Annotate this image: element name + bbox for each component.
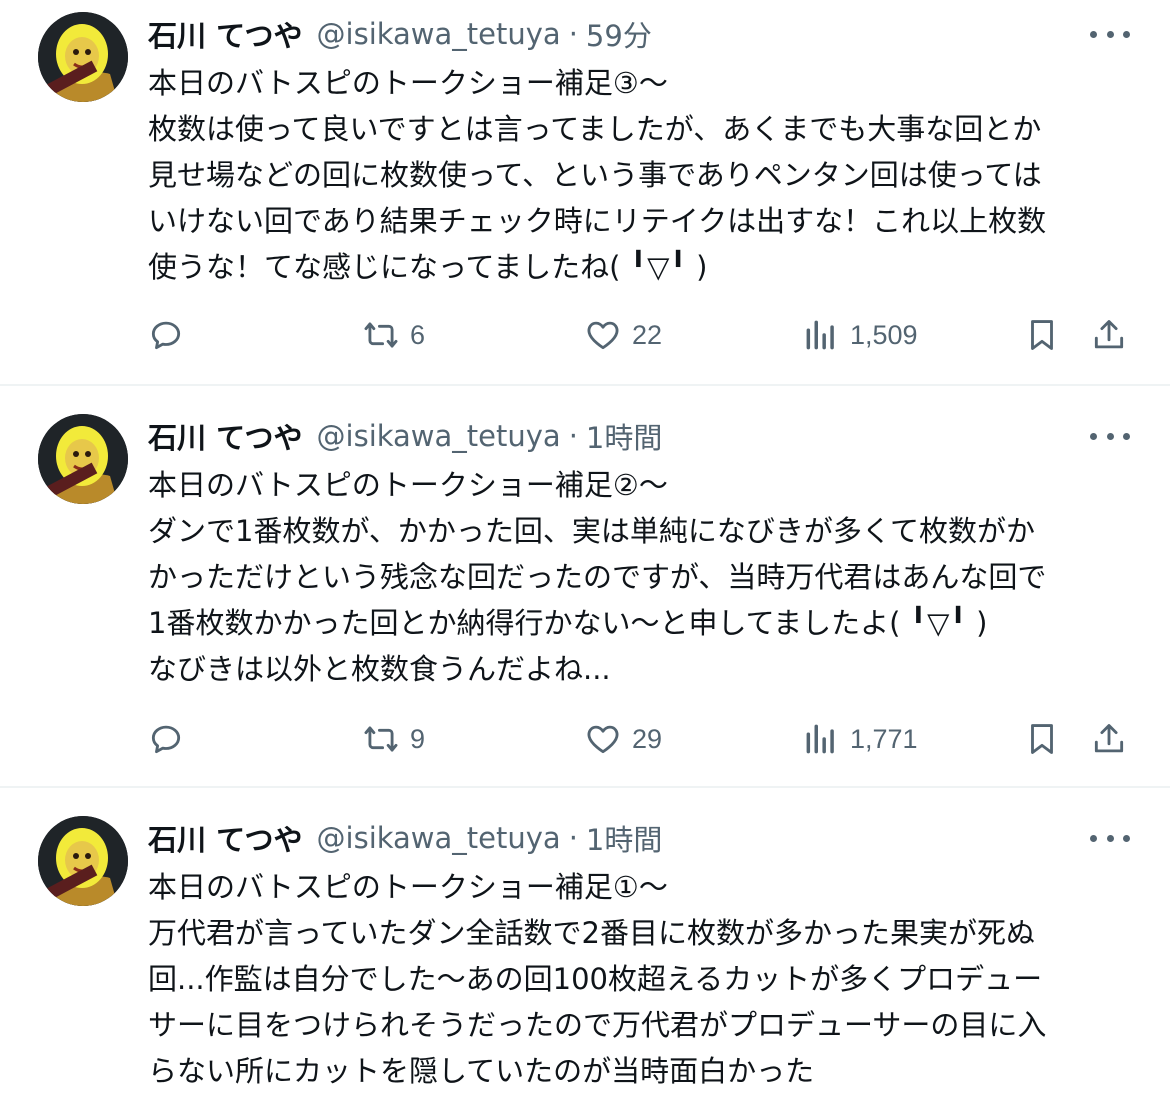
- display-name[interactable]: 石川 てつや: [148, 13, 303, 55]
- separator-dot: ·: [568, 419, 578, 453]
- retweet-count: 9: [410, 723, 426, 754]
- views-button[interactable]: 1,771: [802, 714, 918, 764]
- timestamp[interactable]: 1時間: [586, 817, 662, 859]
- view-count: 1,509: [850, 319, 918, 350]
- share-icon: [1094, 320, 1124, 349]
- retweet-button[interactable]: 9: [362, 714, 425, 764]
- timestamp[interactable]: 59分: [586, 13, 652, 55]
- user-handle[interactable]: @isikawa_tetuya: [317, 821, 561, 855]
- reply-icon: [151, 725, 181, 754]
- avatar[interactable]: [38, 816, 128, 906]
- action-bar: 9 29 1,771: [0, 714, 1170, 764]
- share-icon: [1094, 724, 1124, 753]
- like-icon: [587, 725, 619, 754]
- retweet-icon: [364, 322, 398, 348]
- tweet-text-line: 万代君が言っていたダン全話数で2番目に枚数が多かった果実が死ぬ: [148, 916, 1036, 950]
- tweet-header: 石川 てつや @isikawa_tetuya · 1時間: [148, 818, 662, 858]
- reply-icon: [151, 321, 181, 350]
- separator-dot: ·: [568, 821, 578, 855]
- reply-button[interactable]: [147, 310, 195, 360]
- tweet[interactable]: 石川 てつや @isikawa_tetuya · 1時間 本日のバトスピのトーク…: [0, 386, 1170, 788]
- bookmark-button[interactable]: [1023, 310, 1061, 360]
- tweet-text-line: 回...作監は自分でした〜あの回100枚超えるカットが多くプロデュー: [148, 962, 1043, 996]
- tweet-text-line: ダンで1番枚数が、かかった回、実は単純になびきが多くて枚数がか: [148, 514, 1036, 548]
- bookmark-button[interactable]: [1023, 714, 1061, 764]
- tweet-text-line: いけない回であり結果チェック時にリテイクは出すな！これ以上枚数: [148, 204, 1047, 238]
- tweet-text-line: 本日のバトスピのトークショー補足①〜: [148, 870, 668, 904]
- tweet-header: 石川 てつや @isikawa_tetuya · 59分: [148, 14, 652, 54]
- retweet-button[interactable]: 6: [362, 310, 425, 360]
- like-button[interactable]: 29: [584, 714, 662, 764]
- view-count: 1,771: [850, 723, 918, 754]
- tweet-text-line: 1番枚数かかった回とか納得行かない〜と申してましたよ( ╹▽╹ ): [148, 606, 988, 640]
- tweet-text: 本日のバトスピのトークショー補足②〜 ダンで1番枚数が、かかった回、実は単純にな…: [148, 462, 1138, 692]
- tweet-text: 本日のバトスピのトークショー補足①〜 万代君が言っていたダン全話数で2番目に枚数…: [148, 864, 1138, 1094]
- user-handle[interactable]: @isikawa_tetuya: [317, 419, 561, 453]
- tweet-text: 本日のバトスピのトークショー補足③〜 枚数は使って良いですとは言ってましたが、あ…: [148, 60, 1138, 290]
- views-icon: [806, 724, 834, 754]
- tweet-text-line: 使うな！てな感じになってましたね( ╹▽╹ ): [148, 250, 708, 284]
- tweet-text-line: 見せ場などの回に枚数使って、という事でありペンタン回は使っては: [148, 158, 1042, 192]
- tweet-text-line: 枚数は使って良いですとは言ってましたが、あくまでも大事な回とか: [148, 112, 1042, 146]
- display-name[interactable]: 石川 てつや: [148, 415, 303, 457]
- user-handle[interactable]: @isikawa_tetuya: [317, 17, 561, 51]
- separator-dot: ·: [568, 17, 578, 51]
- tweet[interactable]: 石川 てつや @isikawa_tetuya · 1時間 本日のバトスピのトーク…: [0, 788, 1170, 1096]
- tweet-text-line: 本日のバトスピのトークショー補足③〜: [148, 66, 668, 100]
- tweet-text-line: かっただけという残念な回だったのですが、当時万代君はあんな回で: [148, 560, 1047, 594]
- like-icon: [587, 321, 619, 350]
- tweet-text-line: サーに目をつけられそうだったので万代君がプロデューサーの目に入: [148, 1008, 1047, 1042]
- tweet-text-line: なびきは以外と枚数食うんだよね...: [148, 652, 611, 686]
- avatar[interactable]: [38, 414, 128, 504]
- like-count: 22: [632, 319, 663, 350]
- retweet-icon: [364, 726, 398, 752]
- more-icon[interactable]: [1090, 24, 1130, 44]
- tweet-text-line: 本日のバトスピのトークショー補足②〜: [148, 468, 668, 502]
- bookmark-icon: [1031, 320, 1053, 350]
- retweet-count: 6: [410, 319, 426, 350]
- like-count: 29: [632, 723, 663, 754]
- avatar[interactable]: [38, 12, 128, 102]
- timeline-feed: 石川 てつや @isikawa_tetuya · 59分 本日のバトスピのトーク…: [0, 0, 1170, 1096]
- timestamp[interactable]: 1時間: [586, 415, 662, 457]
- views-icon: [806, 320, 834, 350]
- tweet-header: 石川 てつや @isikawa_tetuya · 1時間: [148, 416, 662, 456]
- share-button[interactable]: [1090, 310, 1128, 360]
- more-icon[interactable]: [1090, 828, 1130, 848]
- like-button[interactable]: 22: [584, 310, 662, 360]
- bookmark-icon: [1031, 724, 1053, 754]
- display-name[interactable]: 石川 てつや: [148, 817, 303, 859]
- views-button[interactable]: 1,509: [802, 310, 918, 360]
- more-icon[interactable]: [1090, 426, 1130, 446]
- share-button[interactable]: [1090, 714, 1128, 764]
- reply-button[interactable]: [147, 714, 195, 764]
- tweet-text-line: らない所にカットを隠していたのが当時面白かった: [148, 1054, 815, 1088]
- action-bar: 6 22 1,509: [0, 310, 1170, 360]
- tweet[interactable]: 石川 てつや @isikawa_tetuya · 59分 本日のバトスピのトーク…: [0, 0, 1170, 386]
